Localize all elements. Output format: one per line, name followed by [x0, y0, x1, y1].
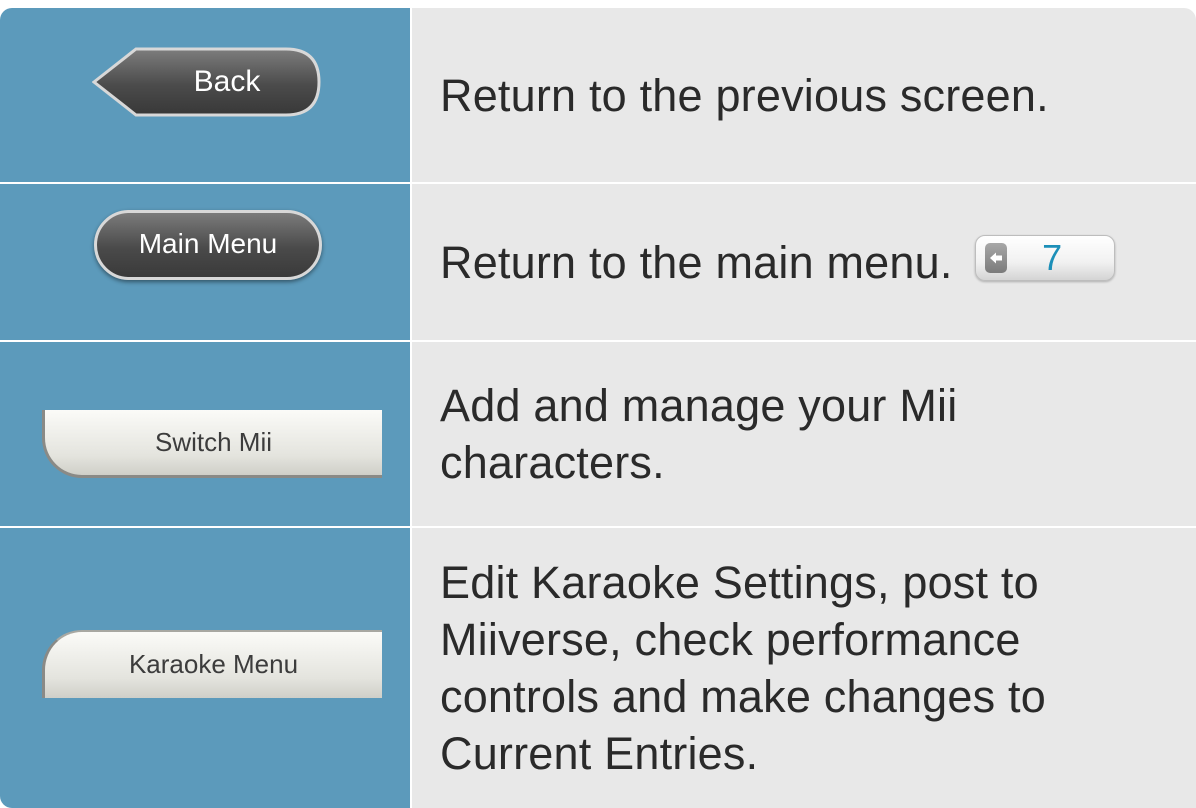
- page-reference-link[interactable]: 7: [974, 235, 1115, 281]
- switch-mii-description: Add and manage your Mii characters.: [440, 380, 958, 488]
- back-button[interactable]: Back: [92, 46, 322, 118]
- main-menu-description-line: Return to the main menu. 7: [440, 234, 1115, 291]
- main-menu-description: Return to the main menu.: [440, 236, 953, 288]
- icon-cell: Main Menu: [0, 184, 410, 340]
- page-reference-number: 7: [1042, 237, 1063, 278]
- button-reference-table: Back Return to the previous screen. Main…: [0, 8, 1196, 808]
- left-arrow-icon: [984, 243, 1007, 273]
- table-row-karaoke-menu: Karaoke Menu Edit Karaoke Settings, post…: [0, 528, 1196, 808]
- icon-cell: Switch Mii: [0, 342, 410, 526]
- description-cell: Return to the main menu. 7: [412, 184, 1196, 340]
- karaoke-menu-description: Edit Karaoke Settings, post to Miiverse,…: [440, 557, 1046, 779]
- back-button-label: Back: [193, 65, 261, 98]
- switch-mii-button[interactable]: Switch Mii: [42, 410, 382, 478]
- table-row-main-menu: Main Menu Return to the main menu. 7: [0, 184, 1196, 340]
- table-row-switch-mii: Switch Mii Add and manage your Mii chara…: [0, 342, 1196, 526]
- description-cell: Edit Karaoke Settings, post to Miiverse,…: [412, 528, 1196, 808]
- icon-cell: Back: [0, 8, 410, 182]
- main-menu-button[interactable]: Main Menu: [94, 210, 322, 280]
- description-cell: Add and manage your Mii characters.: [412, 342, 1196, 526]
- table-row-back: Back Return to the previous screen.: [0, 8, 1196, 182]
- description-cell: Return to the previous screen.: [412, 8, 1196, 182]
- back-description: Return to the previous screen.: [440, 69, 1049, 121]
- icon-cell: Karaoke Menu: [0, 528, 410, 808]
- karaoke-menu-button[interactable]: Karaoke Menu: [42, 630, 382, 698]
